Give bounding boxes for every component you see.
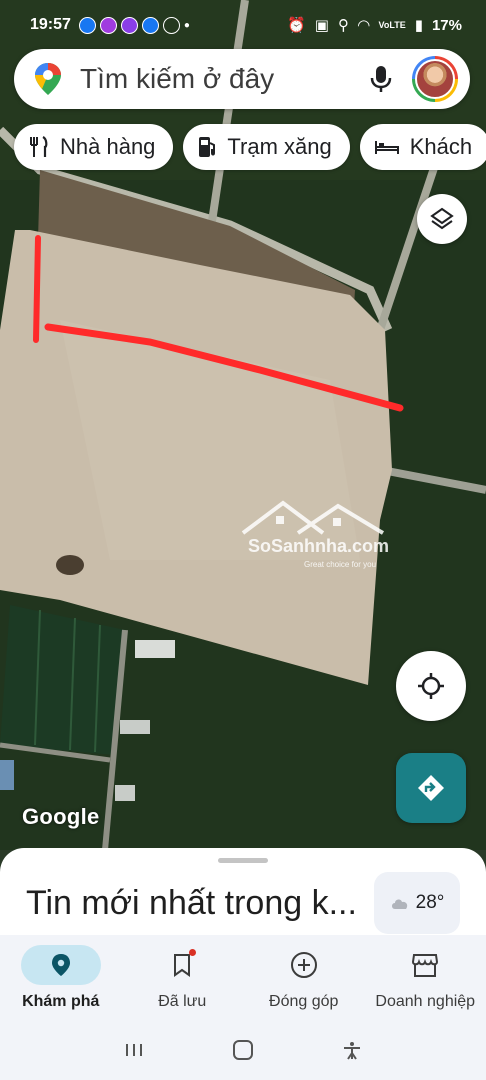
bookmark-icon	[174, 954, 191, 977]
recent-apps-icon[interactable]	[123, 1040, 145, 1060]
nav-business[interactable]: Doanh nghiệp	[365, 935, 486, 1019]
chip-label: Nhà hàng	[60, 134, 156, 159]
facebook-icon	[141, 16, 159, 34]
category-chips: Nhà hàng Trạm xăng Khách	[14, 124, 486, 170]
chip-label: Khách	[409, 134, 473, 159]
messenger-icon	[120, 16, 138, 34]
watermark-tagline: Great choice for you	[304, 560, 377, 569]
accessibility-icon[interactable]	[341, 1039, 363, 1061]
drag-handle[interactable]	[218, 858, 268, 863]
nav-contribute[interactable]: Đóng góp	[243, 935, 365, 1019]
gas-station-icon	[199, 137, 216, 157]
nav-icon-wrap	[20, 945, 101, 985]
layers-icon	[430, 207, 454, 230]
google-attribution: Google	[22, 804, 100, 829]
facebook-icon	[78, 16, 96, 34]
notification-badge	[189, 949, 197, 956]
bottom-nav: Khám phá Đã lưu Đóng góp Doanh nghiệp	[0, 935, 486, 1019]
mic-icon[interactable]	[368, 64, 394, 94]
google-maps-logo-icon	[35, 63, 61, 95]
chip-hotels[interactable]: Khách	[359, 124, 486, 170]
wifi-icon: ◠	[357, 17, 370, 34]
add-circle-icon	[290, 952, 317, 978]
hotel-icon	[374, 141, 399, 154]
avatar-image	[415, 59, 455, 99]
explore-pin-icon	[51, 954, 70, 976]
status-time: 19:57	[30, 16, 71, 33]
temperature: 28°	[415, 892, 445, 913]
nav-icon-wrap	[385, 945, 465, 985]
volte-icon: VoLTE	[378, 20, 406, 30]
directions-button[interactable]	[396, 753, 466, 823]
location-status-icon: ⚲	[337, 17, 349, 34]
crosshair-icon	[418, 673, 444, 699]
signal-icon: ▮	[414, 17, 423, 34]
layers-button[interactable]	[417, 194, 467, 244]
weather-chip[interactable]: 28°	[374, 872, 460, 934]
nav-label: Đã lưu	[158, 993, 207, 1010]
nav-explore[interactable]: Khám phá	[0, 935, 122, 1019]
search-bar[interactable]: Tìm kiếm ở đây	[14, 49, 470, 109]
house-logo-icon	[241, 500, 385, 535]
system-nav-bar	[0, 1019, 486, 1080]
chip-label: Trạm xăng	[227, 134, 332, 159]
chip-gas-stations[interactable]: Trạm xăng	[183, 124, 350, 170]
notification-icons: ●	[78, 16, 190, 34]
directions-icon	[418, 775, 444, 801]
sosanhnha-watermark: SoSanhnha.com Great choice for you	[238, 498, 390, 576]
sim-icon: ▣	[314, 17, 329, 34]
nav-label: Doanh nghiệp	[375, 993, 476, 1010]
nav-saved[interactable]: Đã lưu	[122, 935, 244, 1019]
battery-level: 17%	[431, 16, 462, 34]
smiley-icon	[162, 16, 180, 34]
watermark-brand: SoSanhnha.com	[248, 536, 390, 556]
storefront-icon	[412, 954, 439, 977]
cloud-icon	[391, 899, 407, 909]
search-input[interactable]: Tìm kiếm ở đây	[80, 63, 368, 95]
nav-label: Khám phá	[22, 993, 100, 1010]
restaurant-icon	[30, 136, 48, 157]
status-bar: 19:57 ● ⏰ ▣ ⚲ ◠ VoLTE ▮ 17%	[0, 0, 486, 50]
nav-icon-wrap	[264, 945, 344, 985]
sheet-title: Tin mới nhất trong k...	[26, 884, 357, 922]
avatar[interactable]	[412, 56, 458, 102]
bottom-sheet[interactable]: Tin mới nhất trong k... 28°	[0, 848, 486, 948]
status-right: ⏰ ▣ ⚲ ◠ VoLTE ▮ 17%	[287, 16, 462, 35]
chip-restaurants[interactable]: Nhà hàng	[14, 124, 174, 170]
nav-icon-wrap	[142, 945, 222, 985]
nav-label: Đóng góp	[269, 993, 339, 1010]
home-icon[interactable]	[232, 1039, 254, 1061]
more-dot-icon: ●	[183, 19, 190, 31]
messenger-icon	[99, 16, 117, 34]
my-location-button[interactable]	[396, 651, 466, 721]
alarm-icon: ⏰	[287, 17, 306, 34]
